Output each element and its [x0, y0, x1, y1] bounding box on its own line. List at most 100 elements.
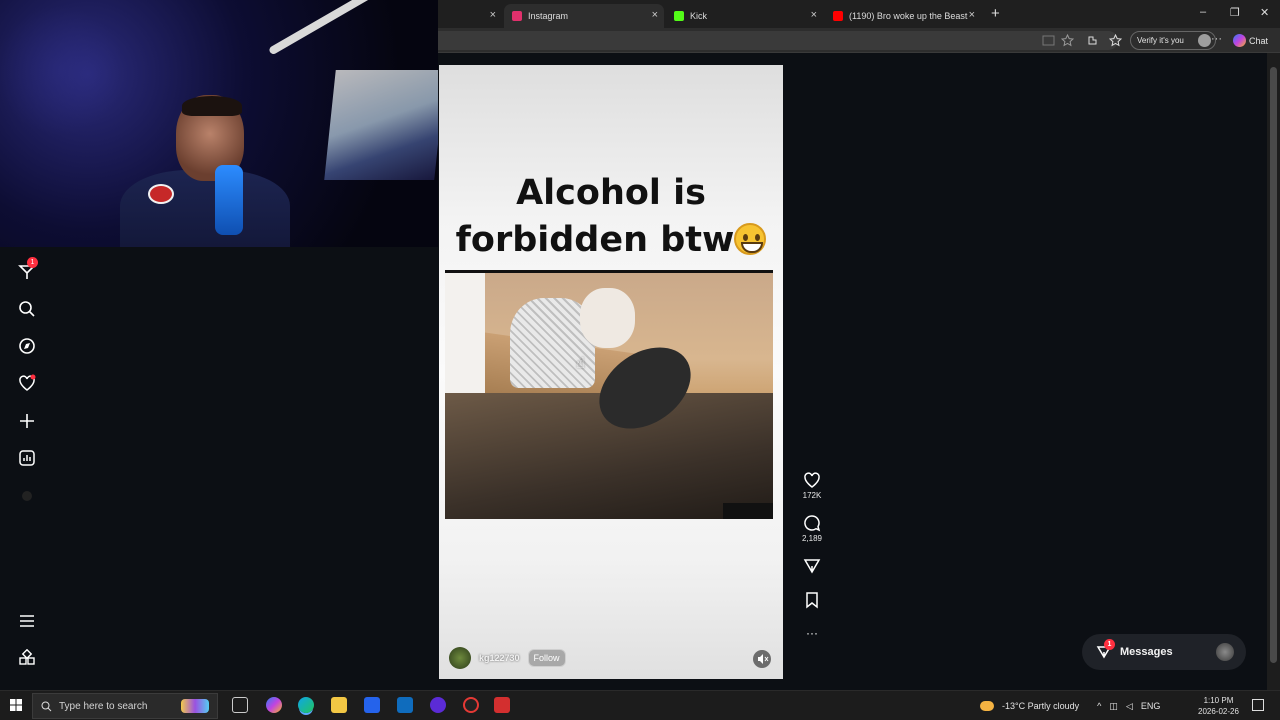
author-username[interactable]: kg122730	[479, 653, 520, 663]
save-button[interactable]	[800, 591, 824, 609]
tab-partial[interactable]: ×	[438, 4, 502, 28]
settings-more-button[interactable]: ···	[1211, 33, 1222, 45]
volume-icon[interactable]: ◁	[1126, 701, 1133, 712]
explore-compass-icon[interactable]	[18, 337, 36, 355]
scrollbar-thumb[interactable]	[1270, 67, 1277, 663]
app-icon-purple[interactable]	[430, 697, 446, 713]
comment-button[interactable]: 2,189	[800, 514, 824, 543]
bookmark-icon	[806, 592, 818, 609]
notifications-icon[interactable]	[1252, 699, 1264, 711]
youtube-favicon-icon	[833, 11, 843, 21]
taskbar-search-box[interactable]: Type here to search	[32, 693, 218, 719]
person-white	[580, 288, 635, 348]
network-icon[interactable]: ◫	[1109, 701, 1118, 712]
clock-time: 1:10 PM	[1203, 696, 1234, 705]
like-count: 172K	[802, 491, 822, 500]
copilot-taskbar-icon[interactable]	[266, 697, 282, 713]
extensions-icon	[1088, 36, 1097, 45]
system-tray: -13°C Partly cloudy ^ ◫ ◁ ENG	[980, 691, 1190, 720]
tab-close-icon[interactable]: ×	[652, 9, 658, 21]
store-icon[interactable]	[364, 697, 380, 713]
author-avatar[interactable]	[449, 647, 471, 669]
verify-profile-button[interactable]: Verify it's you	[1130, 31, 1216, 50]
tab-close-icon[interactable]: ×	[969, 9, 975, 21]
tab-instagram-label: Instagram	[528, 11, 569, 21]
dashboard-icon[interactable]	[18, 449, 36, 467]
reel-author-row: kg122730 Follow	[449, 647, 566, 669]
file-explorer-icon[interactable]	[331, 697, 347, 713]
notification-badge: 1	[27, 257, 38, 268]
app-icon-red[interactable]	[494, 697, 510, 713]
more-options-button[interactable]: ···	[800, 626, 824, 640]
search-placeholder: Type here to search	[59, 700, 148, 712]
app-icon-red-circle[interactable]	[463, 697, 479, 713]
follow-button[interactable]: Follow	[527, 649, 566, 667]
edge-browser-icon[interactable]	[298, 697, 314, 713]
copilot-chat-button[interactable]: Chat	[1233, 31, 1268, 50]
favorite-star-icon	[1061, 34, 1074, 47]
cam-person-hair	[182, 96, 242, 116]
weather-icon[interactable]	[980, 701, 994, 711]
address-bar[interactable]	[438, 31, 1118, 50]
search-icon	[41, 701, 52, 712]
page-scrollbar[interactable]	[1267, 53, 1280, 690]
new-tab-button[interactable]: +	[991, 5, 1000, 22]
grinning-emoji-icon	[734, 223, 767, 255]
instagram-favicon-icon	[512, 11, 522, 21]
weather-text[interactable]: -13°C Partly cloudy	[1002, 701, 1079, 711]
profile-avatar	[1198, 34, 1211, 47]
like-button[interactable]: 172K	[800, 471, 824, 500]
tab-close-icon[interactable]: ×	[490, 9, 496, 21]
heart-icon	[804, 472, 820, 488]
verify-label: Verify it's you	[1137, 36, 1184, 45]
taskbar-clock[interactable]: 1:10 PM 2026-02-26	[1198, 695, 1239, 717]
messages-label: Messages	[1120, 646, 1173, 658]
heart-notifications-icon[interactable]	[18, 374, 36, 392]
messages-button[interactable]: 1 Messages	[1082, 634, 1246, 670]
clock-date: 2026-02-26	[1198, 707, 1239, 716]
messenger-icon: 1	[1096, 639, 1115, 660]
minimize-button[interactable]: –	[1200, 6, 1206, 18]
reel-caption-text: Alcohol is forbidden btw	[439, 170, 783, 264]
tab-youtube[interactable]: (1190) Bro woke up the Beast by n ×	[825, 4, 981, 28]
nav-activity-icon[interactable]: 1	[18, 257, 38, 281]
windows-taskbar: Type here to search -13°C Partly cloudy …	[0, 690, 1280, 720]
instagram-sidebar: 1	[0, 247, 438, 690]
reel-video-frame	[445, 270, 773, 519]
create-plus-icon[interactable]	[18, 412, 36, 430]
mic-arm	[268, 0, 420, 56]
jersey-logo	[148, 184, 174, 204]
menu-hamburger-icon[interactable]	[18, 612, 36, 630]
caption-line-2: forbidden btw	[439, 217, 783, 264]
tab-youtube-label: (1190) Bro woke up the Beast by n	[849, 11, 969, 21]
comment-icon	[804, 515, 821, 532]
outlook-icon[interactable]	[397, 697, 413, 713]
search-icon[interactable]	[18, 300, 36, 318]
profile-avatar-icon[interactable]	[18, 487, 36, 505]
task-view-icon[interactable]	[232, 697, 248, 713]
audio-toggle-button[interactable]	[753, 650, 771, 668]
hand-cursor-icon: ☝	[576, 355, 586, 372]
favorites-icon	[1109, 34, 1122, 47]
also-from-meta-icon[interactable]	[18, 649, 36, 667]
screen: 1 Alcohol is forbidden btw ☝ kg122730 Fo…	[0, 0, 1280, 720]
cam-person-body	[120, 170, 290, 247]
reel-video-player[interactable]: Alcohol is forbidden btw ☝ kg122730 Foll…	[439, 65, 783, 679]
tray-overflow-icon[interactable]: ^	[1097, 701, 1101, 711]
messages-badge: 1	[1104, 639, 1115, 650]
cam-light	[0, 0, 120, 140]
comment-count: 2,189	[801, 534, 823, 543]
tab-kick[interactable]: Kick ×	[666, 4, 823, 28]
tab-instagram[interactable]: Instagram ×	[504, 4, 664, 28]
video-watermark	[723, 503, 773, 519]
restore-button[interactable]: ❐	[1230, 6, 1240, 19]
windows-start-icon	[10, 699, 22, 711]
reading-view-icon	[1042, 35, 1055, 46]
share-button[interactable]	[800, 557, 824, 575]
tab-close-icon[interactable]: ×	[811, 9, 817, 21]
language-indicator[interactable]: ENG	[1141, 701, 1161, 711]
caption-line-2-text: forbidden btw	[455, 220, 735, 260]
close-window-button[interactable]: ✕	[1260, 6, 1269, 19]
chat-label: Chat	[1249, 35, 1269, 46]
tab-kick-label: Kick	[690, 11, 708, 21]
